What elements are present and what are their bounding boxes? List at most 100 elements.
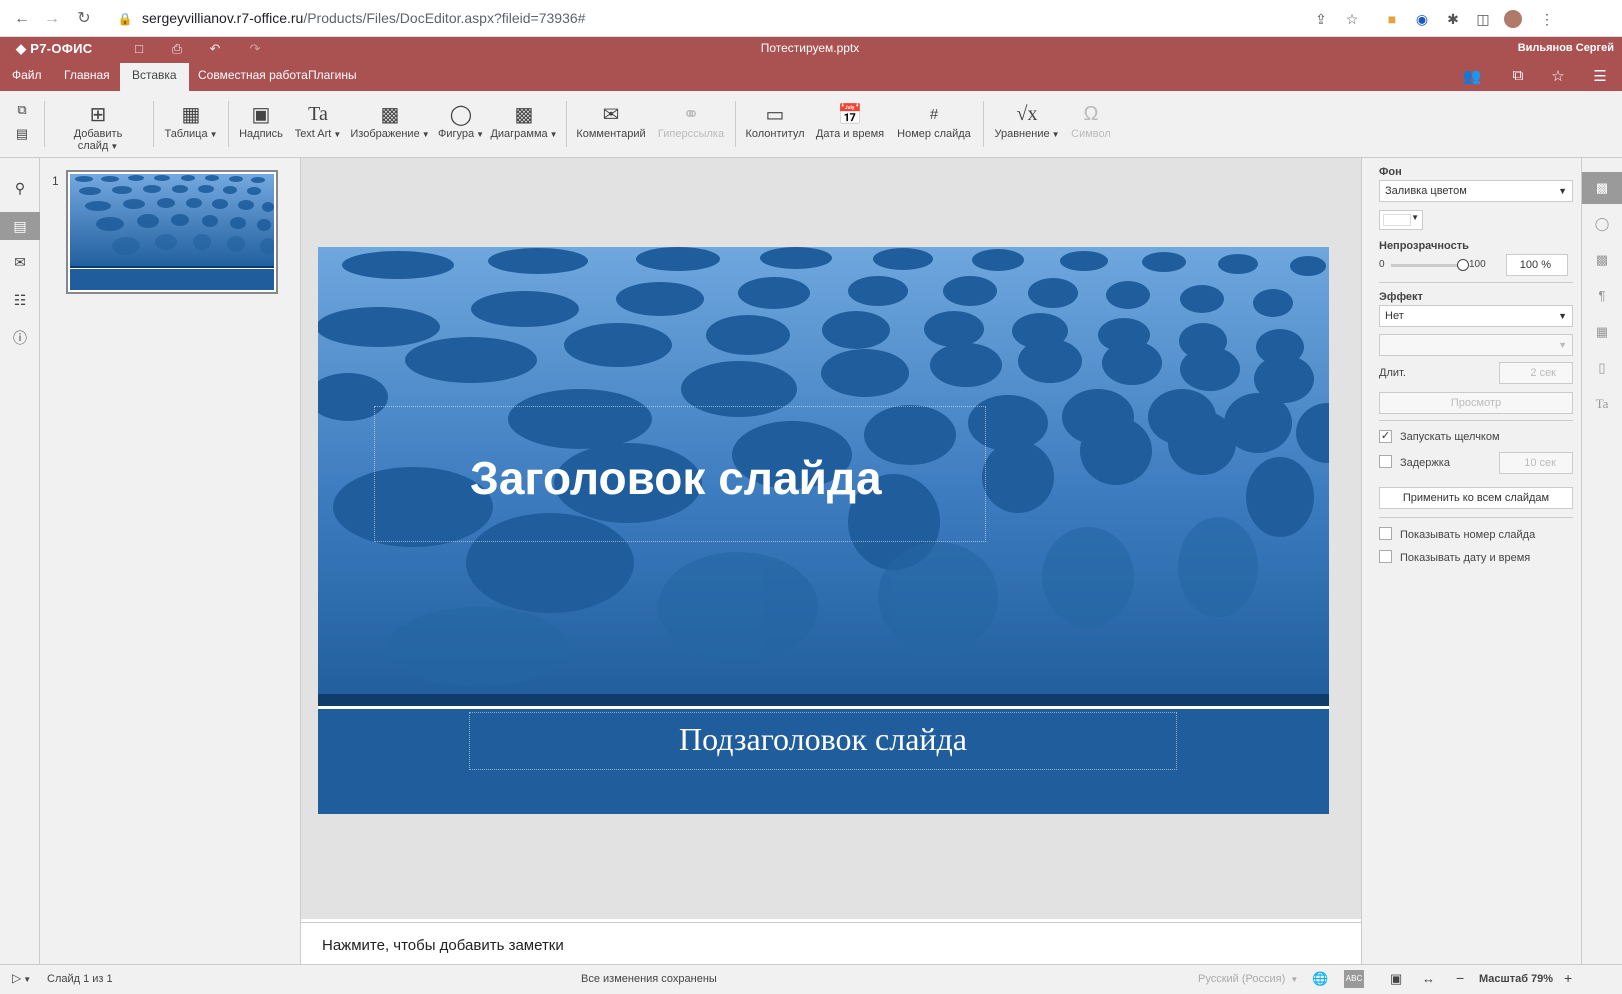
header-footer-label: Колонтитул [745, 128, 805, 140]
save-icon[interactable]: □ [130, 41, 148, 57]
slide-subtitle[interactable]: Подзаголовок слайда [469, 721, 1177, 758]
color-swatch [1383, 214, 1411, 226]
slide[interactable]: Заголовок слайда Подзаголовок слайда [318, 247, 1329, 814]
extension-icon[interactable]: ■ [1383, 10, 1401, 28]
notes-area[interactable]: Нажмите, чтобы добавить заметки [301, 922, 1361, 964]
tab-home[interactable]: Главная [52, 63, 122, 91]
app-logo[interactable]: ◆ Р7-ОФИС [16, 41, 93, 57]
table-icon: ▦ [181, 103, 201, 126]
background-color-picker[interactable]: ▼ [1379, 210, 1423, 230]
image-settings-icon[interactable]: ▩ [1590, 248, 1614, 272]
slide-settings-icon[interactable]: ▩ [1582, 172, 1622, 204]
about-info-icon[interactable]: ⓘ [8, 326, 32, 350]
background-label: Фон [1379, 166, 1402, 178]
show-slide-number-checkbox[interactable] [1379, 527, 1392, 540]
text-box-button[interactable]: ▣ Надпись [236, 100, 286, 150]
start-on-click-checkbox[interactable]: ✓ [1379, 430, 1392, 443]
fit-slide-icon[interactable]: ▣ [1390, 971, 1402, 987]
bookmark-star-icon[interactable]: ☆ [1343, 10, 1361, 28]
opacity-slider-track[interactable] [1391, 264, 1463, 267]
user-name[interactable]: Вильянов Сергей [1518, 42, 1614, 54]
text-art-label: Text Art [294, 128, 332, 140]
background-fill-select[interactable]: Заливка цветом ▼ [1379, 180, 1573, 202]
duration-value: 2 сек [1530, 367, 1556, 379]
symbol-icon: Ω [1083, 102, 1099, 125]
duration-input[interactable]: 2 сек [1499, 362, 1573, 384]
hamburger-menu-icon[interactable]: ☰ [1588, 67, 1612, 85]
chart-button[interactable]: ▩ Диаграмма ▼ [490, 100, 558, 150]
redo-icon[interactable]: ↷ [246, 41, 264, 57]
effect-select[interactable]: Нет ▼ [1379, 305, 1573, 327]
delay-checkbox[interactable] [1379, 455, 1392, 468]
fit-width-icon[interactable]: ↔ [1422, 971, 1435, 986]
status-bar: ▷ ▼ Слайд 1 из 1 Все изменения сохранены … [0, 964, 1622, 994]
background-fill-value: Заливка цветом [1385, 185, 1467, 197]
slide-title[interactable]: Заголовок слайда [470, 451, 882, 505]
symbol-button[interactable]: Ω Символ [1068, 100, 1114, 150]
table-button[interactable]: ▦ Таблица ▼ [164, 100, 218, 150]
text-art-button[interactable]: Ta Text Art ▼ [294, 100, 342, 150]
reload-icon[interactable]: ↻ [74, 9, 94, 29]
text-art-settings-icon[interactable]: Ta [1590, 392, 1614, 416]
globe-icon[interactable]: 🌐 [1312, 971, 1328, 987]
slide-canvas[interactable]: Заголовок слайда Подзаголовок слайда [301, 158, 1361, 919]
delay-input[interactable]: 10 сек [1499, 452, 1573, 474]
chevron-down-icon: ▼ [1558, 186, 1567, 196]
language-select[interactable]: Русский (Россия) ▼ [1198, 973, 1298, 985]
opacity-input[interactable]: 100 % [1506, 254, 1568, 276]
puzzle-icon[interactable]: ✱ [1444, 10, 1462, 28]
shape-settings-icon[interactable]: ◯ [1590, 212, 1614, 236]
forward-icon[interactable]: → [42, 9, 62, 29]
tab-plugins[interactable]: Плагины [296, 63, 369, 91]
tab-insert[interactable]: Вставка [120, 63, 189, 91]
undo-icon[interactable]: ↶ [206, 41, 224, 57]
browser-menu-icon[interactable]: ⋮ [1538, 10, 1556, 28]
back-icon[interactable]: ← [12, 9, 32, 29]
preview-button[interactable]: Просмотр [1379, 392, 1573, 414]
header-footer-button[interactable]: ▭ Колонтитул [744, 100, 806, 150]
zoom-out-icon[interactable]: − [1456, 970, 1464, 986]
tab-file[interactable]: Файл [0, 63, 54, 91]
image-button[interactable]: ▩ Изображение ▼ [350, 100, 430, 150]
chat-icon[interactable]: ☷ [8, 288, 32, 312]
duration-label: Длит. [1379, 367, 1406, 379]
equation-button[interactable]: √x Уравнение ▼ [994, 100, 1060, 150]
slide-thumbnail[interactable] [66, 170, 278, 294]
comment-button[interactable]: ✉ Комментарий [574, 100, 648, 150]
sidepanel-icon[interactable]: ◫ [1474, 10, 1492, 28]
add-slide-button[interactable]: ⊞ Добавить слайд ▼ [52, 100, 144, 153]
apply-to-all-slides-button[interactable]: Применить ко всем слайдам [1379, 487, 1573, 509]
chart-settings-icon[interactable]: ▯ [1590, 356, 1614, 380]
paragraph-settings-icon[interactable]: ¶ [1590, 284, 1614, 308]
hyperlink-button[interactable]: ⚭ Гиперссылка [654, 100, 728, 150]
share-icon[interactable]: ⇪ [1312, 10, 1330, 28]
show-date-time-checkbox[interactable] [1379, 550, 1392, 563]
start-on-click-label: Запускать щелчком [1400, 431, 1500, 443]
effect-type-select[interactable]: ▼ [1379, 334, 1573, 356]
globe-extension-icon[interactable]: ◉ [1413, 10, 1431, 28]
toolbar: ⧉ ▤ ⊞ Добавить слайд ▼ ▦ Таблица ▼ ▣ Надпи… [0, 91, 1622, 158]
slides-panel-icon[interactable]: ▤ [0, 212, 40, 240]
delay-value: 10 сек [1524, 457, 1556, 469]
print-icon[interactable]: ⎙ [168, 41, 186, 57]
add-user-icon[interactable]: 👥 [1460, 67, 1484, 85]
slide-number-button[interactable]: # Номер слайда [894, 100, 974, 150]
zoom-level[interactable]: Масштаб 79% [1479, 973, 1553, 985]
zoom-in-icon[interactable]: + [1564, 970, 1572, 986]
spellcheck-icon[interactable]: ABC [1344, 970, 1364, 988]
show-slide-number-label: Показывать номер слайда [1400, 529, 1536, 541]
table-settings-icon[interactable]: ▦ [1590, 320, 1614, 344]
shape-button[interactable]: ◯ Фигура ▼ [438, 100, 484, 150]
date-time-button[interactable]: 📅 Дата и время [814, 100, 886, 150]
comments-icon[interactable]: ✉ [8, 250, 32, 274]
start-slideshow-icon[interactable]: ▷ ▼ [12, 971, 31, 985]
opacity-slider-thumb[interactable] [1457, 259, 1469, 271]
profile-avatar[interactable] [1504, 10, 1522, 28]
favorite-star-icon[interactable]: ☆ [1546, 67, 1570, 85]
slide-counter: Слайд 1 из 1 [47, 973, 113, 985]
left-sidebar: ⚲ ▤ ✉ ☷ ⓘ [0, 158, 40, 964]
search-icon[interactable]: ⚲ [8, 176, 32, 200]
open-location-icon[interactable]: ⧉ [1506, 67, 1530, 84]
url-text[interactable]: sergeyvillianov.r7-office.ru/Products/Fi… [142, 10, 585, 26]
notes-placeholder[interactable]: Нажмите, чтобы добавить заметки [322, 937, 564, 954]
